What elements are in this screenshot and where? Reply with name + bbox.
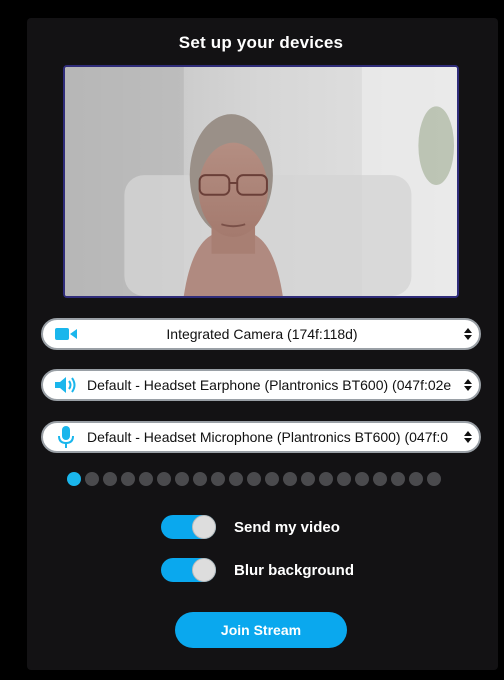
level-dot — [283, 472, 297, 486]
level-dot — [427, 472, 441, 486]
send-video-toggle[interactable] — [161, 515, 216, 539]
level-dot — [157, 472, 171, 486]
microphone-level-meter — [67, 472, 441, 486]
blur-background-label: Blur background — [234, 561, 355, 579]
send-video-label: Send my video — [234, 518, 340, 536]
microphone-icon — [43, 426, 77, 448]
send-video-row: Send my video — [161, 515, 340, 539]
level-dot — [247, 472, 261, 486]
level-dot — [409, 472, 423, 486]
select-arrows-icon — [457, 431, 479, 443]
level-dot — [373, 472, 387, 486]
level-dot — [211, 472, 225, 486]
level-dot — [85, 472, 99, 486]
level-dot — [355, 472, 369, 486]
level-dot — [337, 472, 351, 486]
camera-select-value: Integrated Camera (174f:118d) — [166, 326, 358, 342]
level-dot — [175, 472, 189, 486]
level-dot — [67, 472, 81, 486]
video-camera-icon — [43, 327, 77, 341]
blur-background-row: Blur background — [161, 558, 354, 582]
level-dot — [301, 472, 315, 486]
level-dot — [391, 472, 405, 486]
page-title: Set up your devices — [178, 33, 344, 52]
level-dot — [319, 472, 333, 486]
blur-background-toggle[interactable] — [161, 558, 216, 582]
level-dot — [121, 472, 135, 486]
camera-preview — [63, 65, 459, 298]
speaker-select[interactable]: Default - Headset Earphone (Plantronics … — [41, 369, 481, 401]
speaker-select-value: Default - Headset Earphone (Plantronics … — [87, 377, 452, 393]
level-dot — [265, 472, 279, 486]
speaker-icon — [43, 376, 77, 394]
camera-select[interactable]: Integrated Camera (174f:118d) — [41, 318, 481, 350]
level-dot — [103, 472, 117, 486]
select-arrows-icon — [457, 379, 479, 391]
camera-preview-image — [65, 67, 457, 296]
select-arrows-icon — [457, 328, 479, 340]
level-dot — [229, 472, 243, 486]
microphone-select-value: Default - Headset Microphone (Plantronic… — [87, 429, 449, 445]
level-dot — [193, 472, 207, 486]
microphone-select[interactable]: Default - Headset Microphone (Plantronic… — [41, 421, 481, 453]
level-dot — [139, 472, 153, 486]
join-stream-button[interactable]: Join Stream — [175, 612, 347, 648]
